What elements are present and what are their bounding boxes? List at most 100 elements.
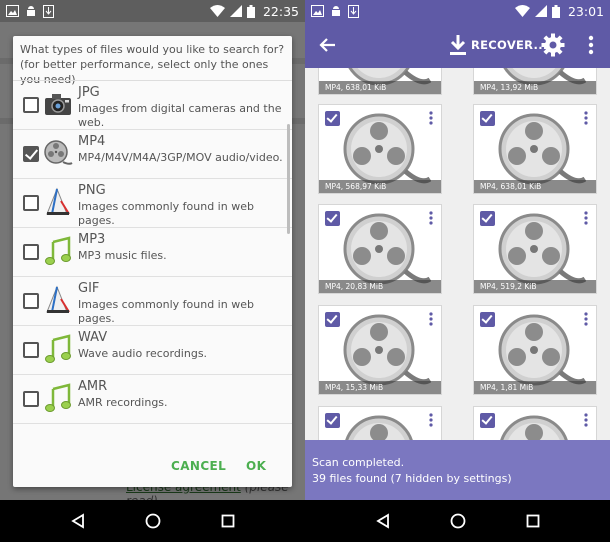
app-toolbar: RECOVER... xyxy=(305,22,610,68)
file-tile-label: MP4, 568,97 KiB xyxy=(319,180,441,193)
status-bar: 22:35 xyxy=(0,0,305,22)
film-reel-icon xyxy=(44,140,73,165)
file-select-checkbox[interactable] xyxy=(480,312,495,327)
image-notification-icon xyxy=(6,5,19,17)
scan-status-line: Scan completed. xyxy=(312,456,405,469)
recents-square-icon xyxy=(526,514,539,528)
android-icon xyxy=(27,5,35,16)
file-tile[interactable] xyxy=(318,406,442,440)
wifi-icon xyxy=(209,5,225,17)
file-type-item-amr[interactable]: AMR AMR recordings. xyxy=(13,375,292,424)
file-type-name: MP4 xyxy=(78,134,106,149)
nav-back-button[interactable] xyxy=(63,506,93,536)
gif-checkbox[interactable] xyxy=(23,293,39,309)
file-select-checkbox[interactable] xyxy=(325,211,340,226)
file-tile[interactable] xyxy=(473,406,597,440)
file-tile[interactable]: MP4, 20,83 MiB xyxy=(318,204,442,294)
file-type-description: MP3 music files. xyxy=(78,249,167,262)
right-screen: 23:01 RECOVER... MP4, 638,01 KiB MP4, 13… xyxy=(305,0,610,542)
nav-recents-button[interactable] xyxy=(518,506,548,536)
file-tile-label: MP4, 20,83 MiB xyxy=(319,280,441,293)
file-tile-label: MP4, 15,33 MiB xyxy=(319,381,441,394)
file-type-item-wav[interactable]: WAV Wave audio recordings. xyxy=(13,326,292,375)
tile-menu-icon[interactable] xyxy=(429,413,433,427)
file-tile-label: MP4, 13,92 MiB xyxy=(474,81,596,94)
download-notification-icon xyxy=(43,4,54,18)
file-select-checkbox[interactable] xyxy=(325,312,340,327)
wav-checkbox[interactable] xyxy=(23,342,39,358)
signal-icon xyxy=(534,5,547,17)
film-reel-icon xyxy=(343,213,431,285)
status-time: 23:01 xyxy=(567,3,604,19)
wifi-icon xyxy=(514,5,530,17)
status-time: 22:35 xyxy=(262,3,299,19)
nav-home-button[interactable] xyxy=(138,506,168,536)
jpg-checkbox[interactable] xyxy=(23,97,39,113)
file-type-name: GIF xyxy=(78,281,100,296)
status-bar: 23:01 xyxy=(305,0,610,22)
nav-back-button[interactable] xyxy=(368,506,398,536)
tile-menu-icon[interactable] xyxy=(584,211,588,225)
film-reel-icon xyxy=(343,113,431,185)
file-tile[interactable]: MP4, 638,01 KiB xyxy=(473,104,597,194)
png-checkbox[interactable] xyxy=(23,195,39,211)
tile-menu-icon[interactable] xyxy=(429,211,433,225)
file-select-checkbox[interactable] xyxy=(480,211,495,226)
film-reel-icon xyxy=(498,113,586,185)
file-select-checkbox[interactable] xyxy=(480,413,495,428)
file-select-checkbox[interactable] xyxy=(325,413,340,428)
file-type-list[interactable]: JPG Images from digital cameras and the … xyxy=(13,80,292,470)
camera-icon xyxy=(45,94,71,115)
file-type-description: AMR recordings. xyxy=(78,396,168,409)
file-type-description: Wave audio recordings. xyxy=(78,347,208,360)
mp3-checkbox[interactable] xyxy=(23,244,39,260)
ok-button[interactable]: OK xyxy=(246,459,266,473)
navigation-bar xyxy=(0,500,305,542)
cancel-button[interactable]: CANCEL xyxy=(171,459,226,473)
file-tile[interactable]: MP4, 1,81 MiB xyxy=(473,305,597,395)
nav-home-button[interactable] xyxy=(443,506,473,536)
back-arrow-icon[interactable] xyxy=(319,36,337,54)
file-tile[interactable]: MP4, 13,92 MiB xyxy=(473,68,597,95)
file-type-item-png[interactable]: PNG Images commonly found in web pages. xyxy=(13,179,292,228)
file-type-name: JPG xyxy=(78,85,100,100)
download-icon[interactable] xyxy=(448,34,468,56)
amr-checkbox[interactable] xyxy=(23,391,39,407)
scan-result-line: 39 files found (7 hidden by settings) xyxy=(312,472,512,485)
home-circle-icon xyxy=(450,513,465,529)
tile-menu-icon[interactable] xyxy=(584,111,588,125)
download-notification-icon xyxy=(348,4,359,18)
file-type-item-mp4[interactable]: MP4 MP4/M4V/M4A/3GP/MOV audio/video. xyxy=(13,130,292,179)
tile-menu-icon[interactable] xyxy=(584,413,588,427)
android-icon xyxy=(332,5,340,16)
back-triangle-icon xyxy=(70,513,84,529)
signal-icon xyxy=(229,5,242,17)
list-scrollbar[interactable] xyxy=(287,124,290,234)
film-reel-icon xyxy=(343,314,431,386)
image-tools-icon xyxy=(46,285,70,313)
file-type-item-gif[interactable]: GIF Images commonly found in web pages. xyxy=(13,277,292,326)
file-select-checkbox[interactable] xyxy=(480,111,495,126)
tile-menu-icon[interactable] xyxy=(429,312,433,326)
file-tile-label: MP4, 519,2 KiB xyxy=(474,280,596,293)
mp4-checkbox[interactable] xyxy=(23,146,39,162)
tile-menu-icon[interactable] xyxy=(429,111,433,125)
back-triangle-icon xyxy=(375,513,389,529)
file-type-item-jpg[interactable]: JPG Images from digital cameras and the … xyxy=(13,81,292,130)
file-tile[interactable]: MP4, 519,2 KiB xyxy=(473,204,597,294)
film-reel-icon xyxy=(498,314,586,386)
gear-icon[interactable] xyxy=(541,33,565,57)
nav-recents-button[interactable] xyxy=(213,506,243,536)
tile-menu-icon[interactable] xyxy=(584,312,588,326)
file-type-item-mp3[interactable]: MP3 MP3 music files. xyxy=(13,228,292,277)
file-type-description: Images from digital cameras and the web. xyxy=(78,102,282,129)
file-select-checkbox[interactable] xyxy=(325,111,340,126)
recovered-files-grid[interactable]: MP4, 638,01 KiB MP4, 13,92 MiB MP4, 568,… xyxy=(305,68,610,440)
overflow-menu-icon[interactable] xyxy=(588,35,594,55)
file-tile[interactable]: MP4, 638,01 KiB xyxy=(318,68,442,95)
recover-button[interactable]: RECOVER... xyxy=(471,38,548,52)
file-tile[interactable]: MP4, 15,33 MiB xyxy=(318,305,442,395)
file-tile[interactable]: MP4, 568,97 KiB xyxy=(318,104,442,194)
film-reel-icon xyxy=(500,415,568,440)
scan-status-panel: Scan completed. 39 files found (7 hidden… xyxy=(305,440,610,500)
